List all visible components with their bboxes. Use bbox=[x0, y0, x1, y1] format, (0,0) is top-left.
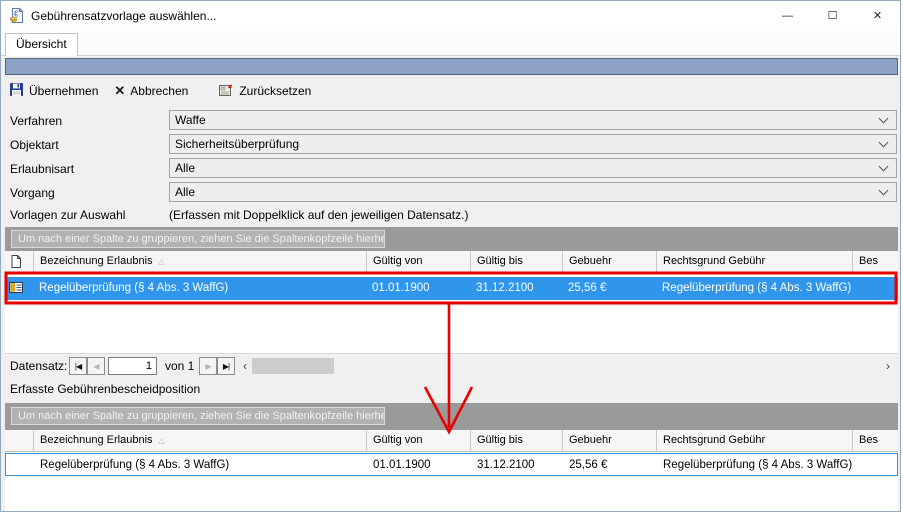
erlaubnisart-value: Alle bbox=[175, 161, 195, 175]
save-icon bbox=[9, 82, 24, 100]
apply-button-label: Übernehmen bbox=[29, 84, 98, 98]
column-header-bezeichnung[interactable]: Bezeichnung Erlaubnis△ bbox=[33, 430, 366, 452]
minimize-button[interactable]: — bbox=[765, 1, 810, 31]
window-title: Gebührensatzvorlage auswählen... bbox=[31, 1, 216, 31]
cell-gueltig-bis: 31.12.2100 bbox=[470, 277, 562, 300]
column-header-gebuehr[interactable]: Gebuehr bbox=[562, 430, 656, 452]
objektart-label: Objektart bbox=[10, 138, 59, 152]
record-icon bbox=[5, 277, 33, 300]
position-grid-header: Bezeichnung Erlaubnis△ Gültig von Gültig… bbox=[5, 430, 898, 452]
window-titlebar: € Gebührensatzvorlage auswählen... — ☐ ✕ bbox=[1, 1, 900, 31]
vorlagen-hint: (Erfassen mit Doppelklick auf den jeweil… bbox=[169, 208, 468, 222]
templates-grid: Um nach einer Spalte zu gruppieren, zieh… bbox=[5, 227, 898, 353]
dialog-window: € Gebührensatzvorlage auswählen... — ☐ ✕… bbox=[0, 0, 901, 512]
nav-first-button[interactable]: |◀ bbox=[69, 357, 87, 375]
nav-last-icon: ▶| bbox=[223, 362, 229, 371]
record-count-label: von 1 bbox=[165, 359, 194, 373]
vorgang-value: Alle bbox=[175, 185, 195, 199]
column-header-bezeichnung[interactable]: Bezeichnung Erlaubnis△ bbox=[33, 251, 366, 273]
euro-document-icon: € bbox=[9, 7, 26, 29]
scroll-right-button[interactable]: › bbox=[881, 357, 895, 375]
reset-button[interactable]: Zurücksetzen bbox=[218, 82, 311, 100]
chevron-down-icon bbox=[879, 114, 889, 124]
sort-asc-icon: △ bbox=[159, 436, 165, 445]
objektart-select[interactable]: Sicherheitsüberprüfung bbox=[169, 134, 897, 154]
cell-rechtsgrund: Regelüberprüfung (§ 4 Abs. 3 WaffG) bbox=[656, 277, 852, 300]
templates-grid-header: Bezeichnung Erlaubnis△ Gültig von Gültig… bbox=[5, 251, 898, 273]
column-header-rechtsgrund[interactable]: Rechtsgrund Gebühr bbox=[656, 430, 852, 452]
cell-bezeichnung: Regelüberprüfung (§ 4 Abs. 3 WaffG) bbox=[33, 277, 366, 300]
position-row[interactable]: Regelüberprüfung (§ 4 Abs. 3 WaffG) 01.0… bbox=[5, 453, 898, 476]
cell-gueltig-bis: 31.12.2100 bbox=[471, 454, 563, 475]
nav-next-icon: ▶ bbox=[205, 362, 210, 371]
column-header-rechtsgrund[interactable]: Rechtsgrund Gebühr bbox=[656, 251, 852, 273]
record-navigator: Datensatz: |◀ ◀ von 1 ▶ ▶| ‹ › bbox=[5, 353, 898, 377]
tab-strip bbox=[1, 31, 900, 56]
apply-button[interactable]: Übernehmen bbox=[9, 82, 98, 100]
column-header-gueltig-bis[interactable]: Gültig bis bbox=[470, 251, 562, 273]
reset-icon bbox=[218, 82, 234, 100]
record-navigator-label: Datensatz: bbox=[10, 359, 67, 373]
cancel-icon: ✕ bbox=[114, 83, 125, 99]
column-header-gebuehr[interactable]: Gebuehr bbox=[562, 251, 656, 273]
cell-gueltig-von: 01.01.1900 bbox=[367, 454, 471, 475]
cell-gebuehr: 25,56 € bbox=[562, 277, 656, 300]
page-icon bbox=[11, 255, 21, 268]
verfahren-label: Verfahren bbox=[10, 114, 62, 128]
column-header-gueltig-von[interactable]: Gültig von bbox=[366, 430, 470, 452]
vorgang-select[interactable]: Alle bbox=[169, 182, 897, 202]
verfahren-select[interactable]: Waffe bbox=[169, 110, 897, 130]
tab-strip-divider bbox=[1, 55, 900, 56]
chevron-down-icon bbox=[879, 162, 889, 172]
vorgang-label: Vorgang bbox=[10, 186, 55, 200]
verfahren-value: Waffe bbox=[175, 113, 206, 127]
chevron-down-icon bbox=[879, 186, 889, 196]
group-by-hint: Um nach einer Spalte zu gruppieren, zieh… bbox=[11, 407, 385, 425]
template-row-selected[interactable]: Regelüberprüfung (§ 4 Abs. 3 WaffG) 01.0… bbox=[5, 277, 898, 300]
row-indicator-column-header[interactable] bbox=[5, 251, 33, 273]
objektart-value: Sicherheitsüberprüfung bbox=[175, 137, 299, 151]
position-grid: Um nach einer Spalte zu gruppieren, zieh… bbox=[5, 403, 898, 512]
group-by-panel[interactable]: Um nach einer Spalte zu gruppieren, zieh… bbox=[5, 227, 898, 251]
column-header-bes[interactable]: Bes bbox=[852, 251, 898, 273]
reset-button-label: Zurücksetzen bbox=[239, 84, 311, 98]
toolbar: Übernehmen ✕ Abbrechen Zurücksetzen bbox=[1, 77, 900, 105]
erlaubnisart-label: Erlaubnisart bbox=[10, 162, 74, 176]
close-button[interactable]: ✕ bbox=[855, 1, 900, 31]
nav-prev-icon: ◀ bbox=[93, 362, 98, 371]
nav-first-icon: |◀ bbox=[75, 362, 81, 371]
scroll-left-button[interactable]: ‹ bbox=[238, 357, 252, 375]
scroll-left-icon: ‹ bbox=[243, 359, 247, 373]
cell-gebuehr: 25,56 € bbox=[563, 454, 657, 475]
column-header-bes[interactable]: Bes bbox=[852, 430, 898, 452]
nav-prev-button[interactable]: ◀ bbox=[87, 357, 105, 375]
group-by-hint: Um nach einer Spalte zu gruppieren, zieh… bbox=[11, 230, 385, 248]
erfasste-position-label: Erfasste Gebührenbescheidposition bbox=[10, 382, 200, 396]
row-indicator-column-header[interactable] bbox=[5, 430, 33, 452]
cancel-button-label: Abbrechen bbox=[130, 84, 188, 98]
maximize-button[interactable]: ☐ bbox=[810, 1, 855, 31]
column-header-gueltig-von[interactable]: Gültig von bbox=[366, 251, 470, 273]
panel-header-bar bbox=[5, 58, 898, 75]
tab-uebersicht[interactable]: Übersicht bbox=[5, 33, 78, 56]
column-header-gueltig-bis[interactable]: Gültig bis bbox=[470, 430, 562, 452]
record-number-input[interactable] bbox=[108, 357, 157, 375]
sort-asc-icon: △ bbox=[159, 257, 165, 266]
scroll-right-icon: › bbox=[886, 359, 890, 373]
nav-next-button[interactable]: ▶ bbox=[199, 357, 217, 375]
nav-last-button[interactable]: ▶| bbox=[217, 357, 235, 375]
group-by-panel[interactable]: Um nach einer Spalte zu gruppieren, zieh… bbox=[5, 403, 898, 430]
row-indicator-cell bbox=[6, 454, 34, 475]
cell-rechtsgrund: Regelüberprüfung (§ 4 Abs. 3 WaffG) bbox=[657, 454, 853, 475]
chevron-down-icon bbox=[879, 138, 889, 148]
cell-bezeichnung: Regelüberprüfung (§ 4 Abs. 3 WaffG) bbox=[34, 454, 367, 475]
cell-gueltig-von: 01.01.1900 bbox=[366, 277, 470, 300]
erlaubnisart-select[interactable]: Alle bbox=[169, 158, 897, 178]
cancel-button[interactable]: ✕ Abbrechen bbox=[114, 83, 188, 99]
vorlagen-label: Vorlagen zur Auswahl bbox=[10, 208, 125, 222]
scrollbar-thumb[interactable] bbox=[252, 358, 334, 374]
